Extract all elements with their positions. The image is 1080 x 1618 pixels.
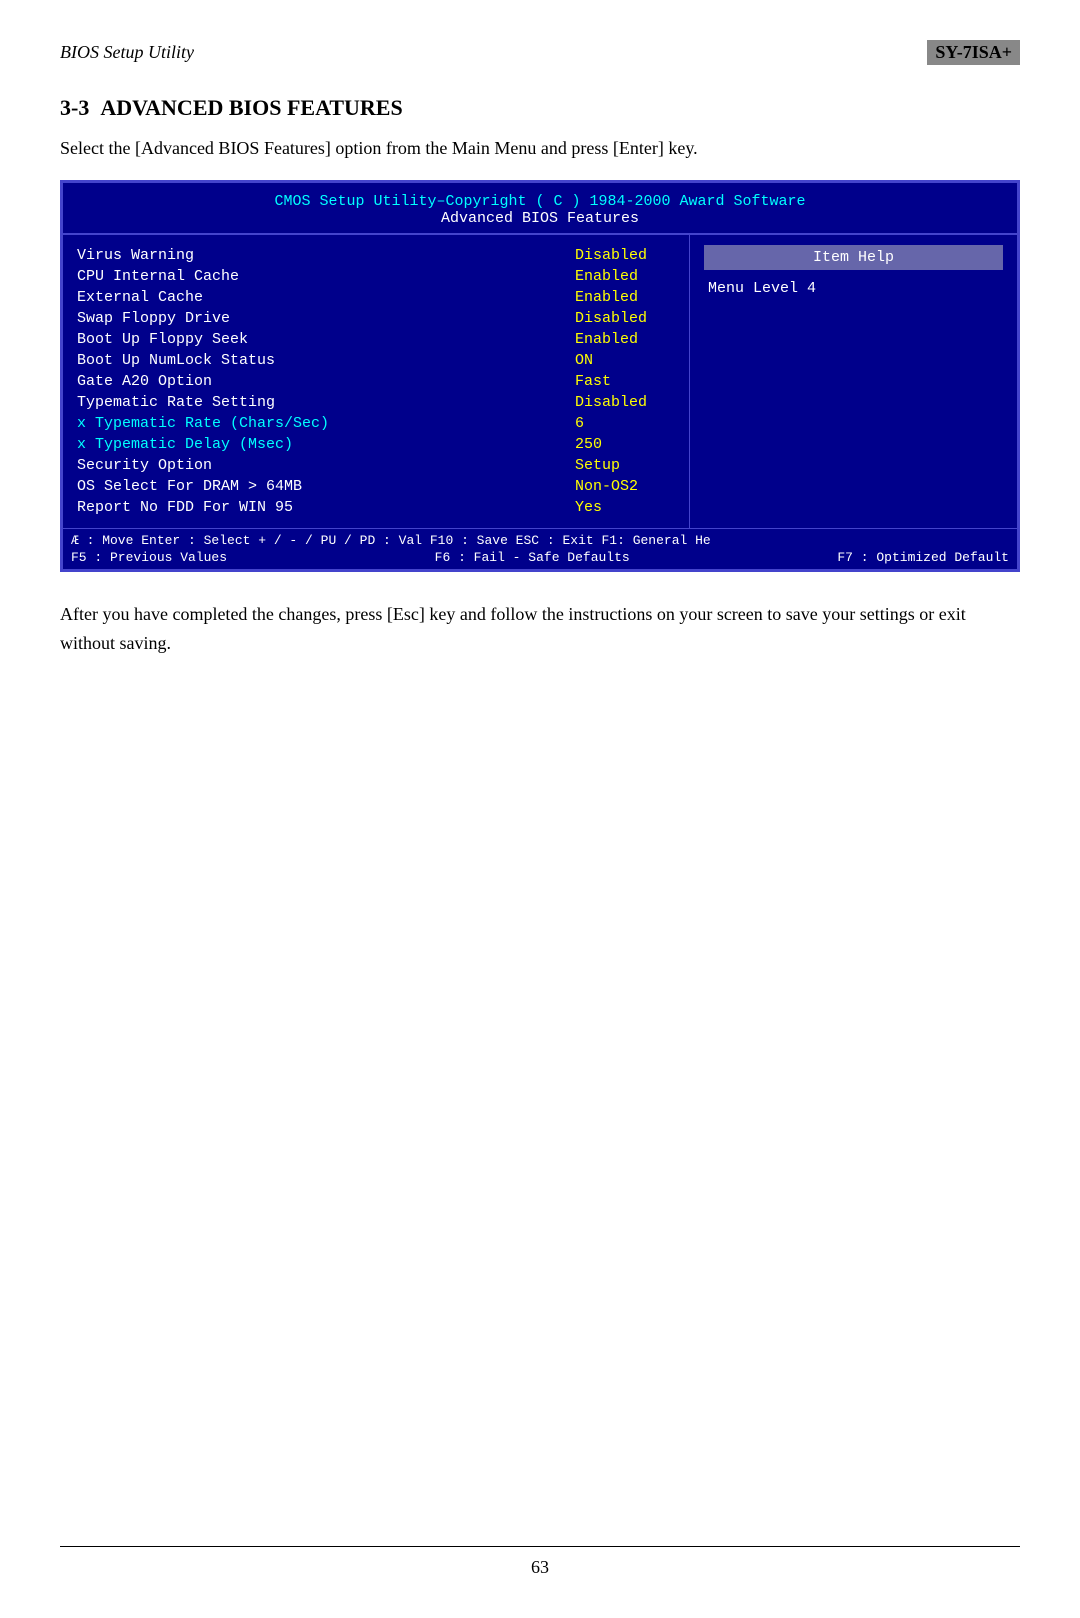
page-footer: 63 [60,1546,1020,1578]
bios-footer-col: F7 : Optimized Default [837,550,1009,565]
header-right: SY-7ISA+ [927,40,1020,65]
bios-row: Boot Up NumLock Status ON [77,350,675,371]
bios-header-line1: CMOS Setup Utility–Copyright ( C ) 1984-… [69,193,1011,210]
bios-row: Report No FDD For WIN 95 Yes [77,497,675,518]
bios-row-label: CPU Internal Cache [77,268,239,285]
section-title: 3-3 ADVANCED BIOS FEATURES [60,95,1020,121]
bios-row: OS Select For DRAM > 64MB Non-OS2 [77,476,675,497]
bios-row: Typematic Rate Setting Disabled [77,392,675,413]
bios-row-label: Security Option [77,457,212,474]
bios-row-label: Gate A20 Option [77,373,212,390]
bios-header: CMOS Setup Utility–Copyright ( C ) 1984-… [63,183,1017,234]
bios-row-value: Enabled [575,331,675,348]
bios-row-label: External Cache [77,289,203,306]
intro-text: Select the [Advanced BIOS Features] opti… [60,135,1020,162]
bios-row-label: Boot Up Floppy Seek [77,331,248,348]
bios-screen: CMOS Setup Utility–Copyright ( C ) 1984-… [60,180,1020,572]
bios-row-value: Disabled [575,310,675,327]
bios-footer-keys: Æ : Move Enter : Select + / - / PU / PD … [71,533,1009,548]
bios-row-value: Enabled [575,268,675,285]
bios-footer: Æ : Move Enter : Select + / - / PU / PD … [63,528,1017,569]
bios-row-value: ON [575,352,675,369]
bios-row-value: Non-OS2 [575,478,675,495]
bios-row: Swap Floppy Drive Disabled [77,308,675,329]
bios-row-label: Virus Warning [77,247,194,264]
bios-row: Security Option Setup [77,455,675,476]
bios-header-line2: Advanced BIOS Features [69,210,1011,227]
bios-row-value: Fast [575,373,675,390]
bios-footer-col: F5 : Previous Values [71,550,227,565]
bios-row-label: Report No FDD For WIN 95 [77,499,293,516]
help-menu-level: Menu Level 4 [704,278,1003,299]
bios-row: x Typematic Delay (Msec) 250 [77,434,675,455]
bios-row-label: Boot Up NumLock Status [77,352,275,369]
bios-footer-functions: F5 : Previous Values F6 : Fail - Safe Def… [71,550,1009,565]
bios-row: Boot Up Floppy Seek Enabled [77,329,675,350]
page-number: 63 [531,1557,549,1577]
bios-row-value: Disabled [575,394,675,411]
bios-row: Virus Warning Disabled [77,245,675,266]
bios-settings-panel: Virus Warning Disabled CPU Internal Cache E… [63,235,690,528]
bios-row-label: Typematic Rate Setting [77,394,275,411]
bios-row-label: Swap Floppy Drive [77,310,230,327]
bios-row-value: 250 [575,436,675,453]
bios-row-value: Enabled [575,289,675,306]
bios-row: External Cache Enabled [77,287,675,308]
bios-row-value: 6 [575,415,675,432]
bios-row-label: x Typematic Rate (Chars/Sec) [77,415,329,432]
bios-row-label: OS Select For DRAM > 64MB [77,478,302,495]
bios-row-label: x Typematic Delay (Msec) [77,436,293,453]
page-header: BIOS Setup Utility SY-7ISA+ [60,40,1020,65]
bios-footer-col: F6 : Fail - Safe Defaults [435,550,630,565]
outro-text: After you have completed the changes, pr… [60,600,1020,658]
bios-row: Gate A20 Option Fast [77,371,675,392]
bios-row-value: Yes [575,499,675,516]
header-left: BIOS Setup Utility [60,42,194,63]
bios-row: x Typematic Rate (Chars/Sec) 6 [77,413,675,434]
bios-row-value: Disabled [575,247,675,264]
bios-row-value: Setup [575,457,675,474]
bios-body: Virus Warning Disabled CPU Internal Cache E… [63,234,1017,528]
help-title: Item Help [704,245,1003,270]
bios-help-panel: Item Help Menu Level 4 [690,235,1017,528]
bios-row: CPU Internal Cache Enabled [77,266,675,287]
